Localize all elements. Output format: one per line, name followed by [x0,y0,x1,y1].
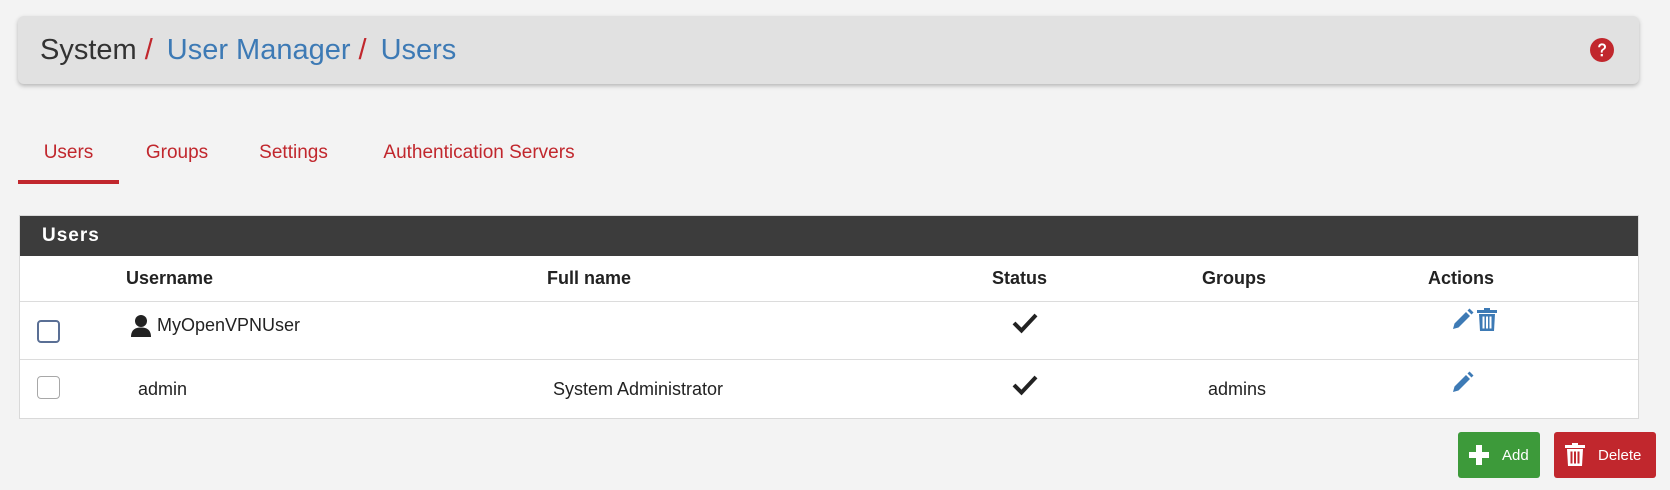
edit-pencil-icon[interactable] [1450,308,1474,337]
fullname-cell: System Administrator [553,378,724,399]
add-button-label: Add [1502,446,1529,464]
delete-button[interactable]: Delete [1554,432,1656,478]
column-username[interactable]: Username [126,256,213,301]
page-header: System / User Manager / Users [18,16,1639,84]
row-select-checkbox[interactable] [37,320,60,343]
add-button[interactable]: Add [1458,432,1540,478]
tab-users[interactable]: Users [18,122,119,184]
row-select-checkbox[interactable] [37,376,60,399]
delete-button-label: Delete [1598,446,1642,464]
column-groups[interactable]: Groups [1202,256,1266,301]
column-fullname[interactable]: Full name [547,256,631,301]
actions-cell [1450,356,1474,414]
status-check-icon [1012,356,1038,414]
username-cell: MyOpenVPNUser [130,297,300,354]
table-header: Username Full name Status Groups Actions [20,256,1638,302]
panel-title: Users [20,216,1638,256]
username-cell: admin [138,378,188,399]
tab-bar: Users Groups Settings Authentication Ser… [18,122,1639,184]
plus-icon [1469,445,1489,465]
breadcrumb-separator: / [144,33,153,66]
status-check-icon [1012,294,1038,351]
tab-authentication-servers[interactable]: Authentication Servers [352,122,606,184]
help-icon[interactable] [1589,37,1615,63]
tab-settings[interactable]: Settings [235,122,352,184]
trash-icon [1565,443,1585,466]
tab-groups[interactable]: Groups [119,122,235,184]
table-row[interactable]: admin System Administrator admins [20,360,1638,418]
table-row[interactable]: MyOpenVPNUser [20,302,1638,360]
username-text: MyOpenVPNUser [157,315,301,335]
breadcrumb-separator: / [358,33,367,66]
breadcrumb-users[interactable]: Users [381,35,457,65]
actions-cell [1450,294,1498,351]
edit-pencil-icon[interactable] [1450,371,1474,400]
groups-cell: admins [1208,378,1267,399]
trash-icon[interactable] [1476,308,1498,337]
breadcrumb-user-manager[interactable]: User Manager [167,35,351,65]
breadcrumb-system: System [40,33,137,66]
users-panel: Users Username Full name Status Groups A… [19,215,1639,419]
user-icon [130,314,152,338]
